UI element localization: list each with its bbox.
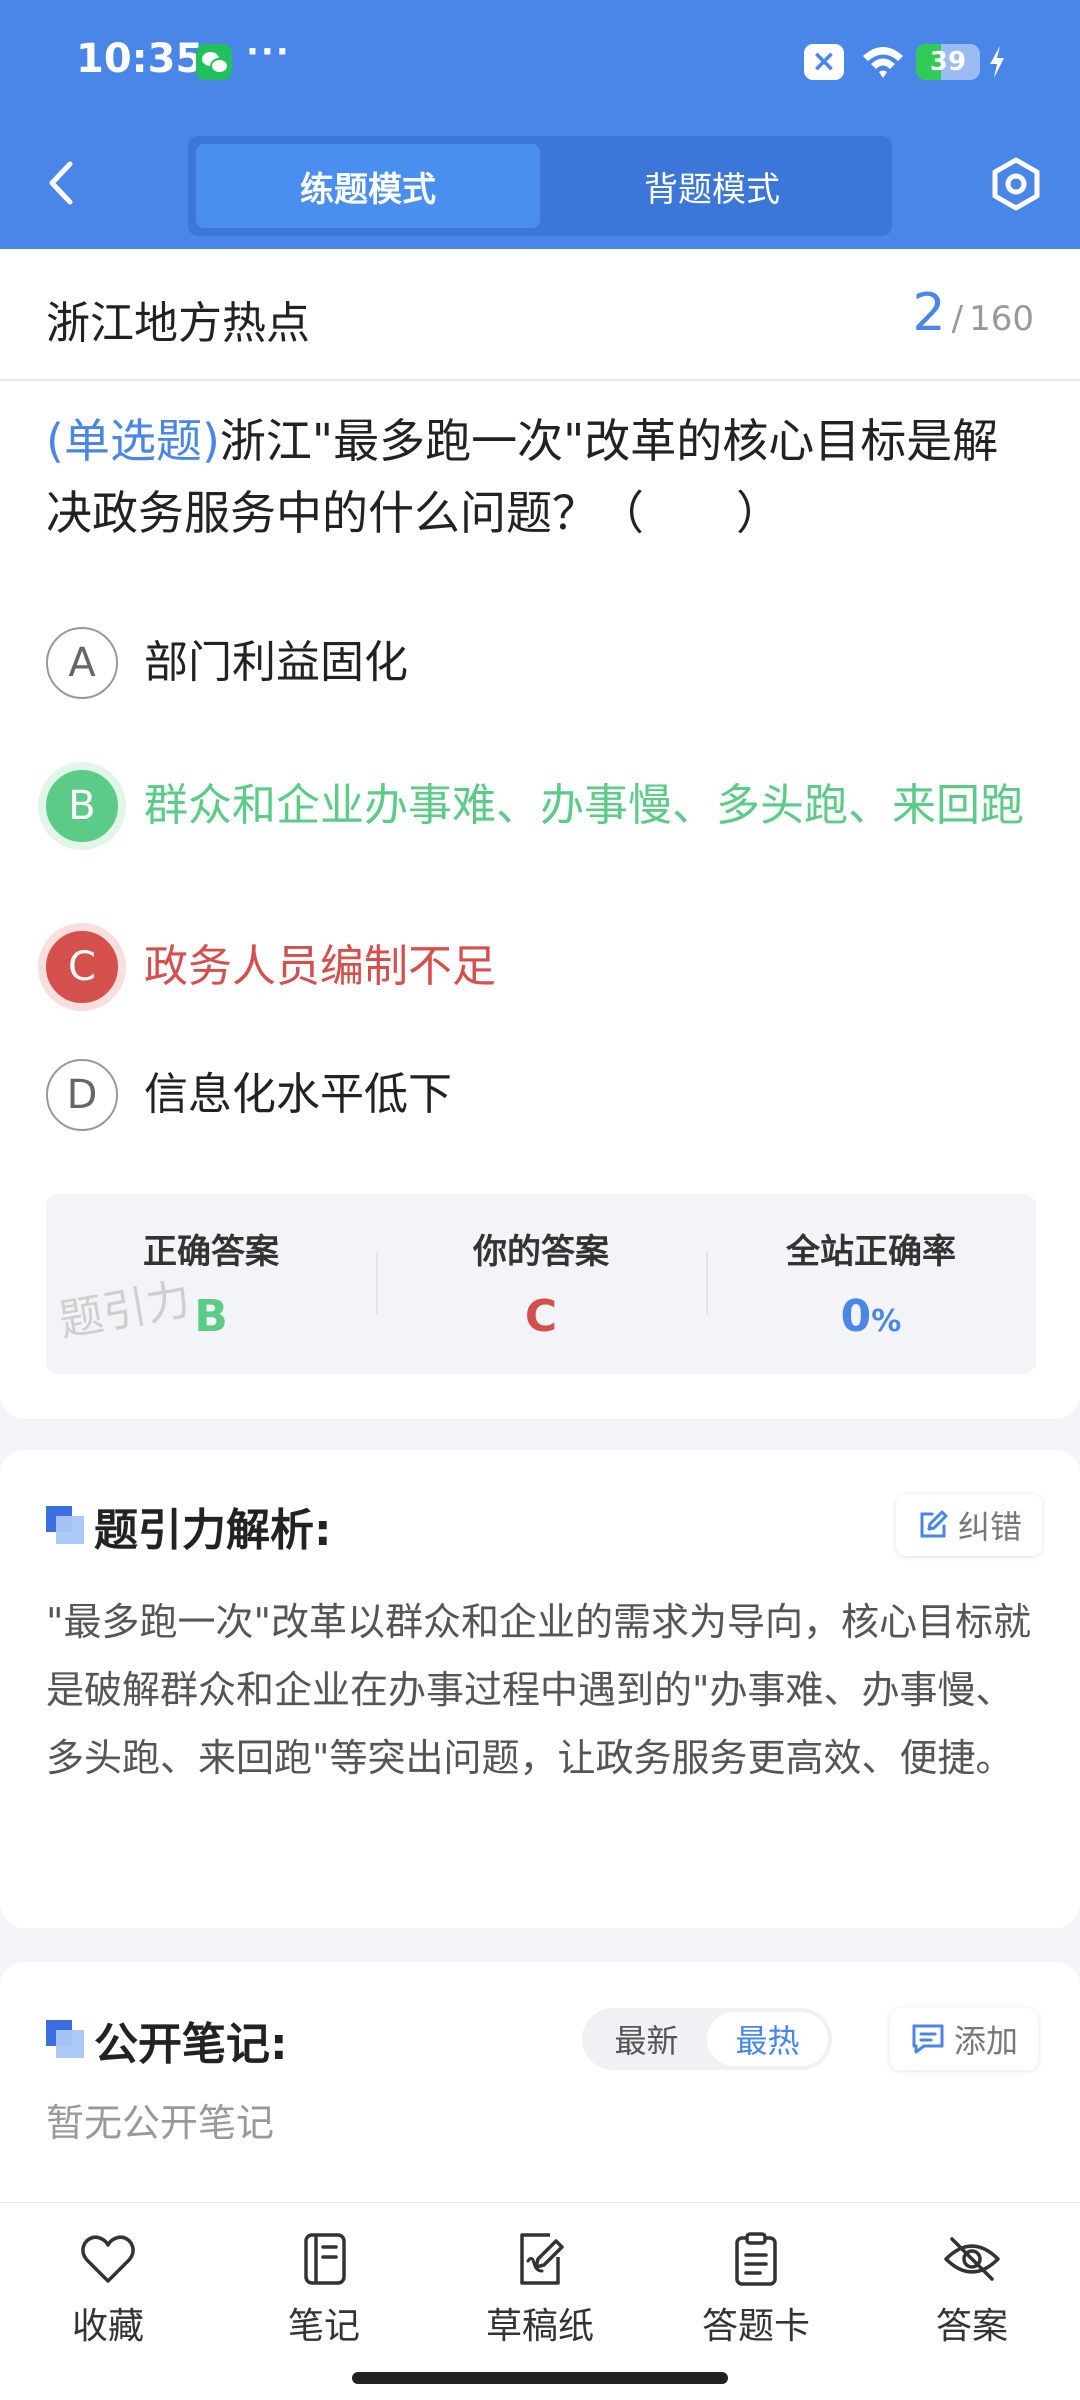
option-letter-circle: D (46, 1059, 118, 1131)
sort-latest-button[interactable]: 最新 (586, 2012, 707, 2066)
status-time: 10:35 (76, 36, 204, 82)
sort-hottest-button[interactable]: 最热 (707, 2012, 828, 2066)
option-text: 信息化水平低下 (144, 1069, 452, 1120)
app-header: 10:35 ··· × 39 练题模式 背题模式 (0, 0, 1080, 249)
tab-memorize-mode[interactable]: 背题模式 (540, 144, 884, 228)
heart-icon (81, 2235, 135, 2283)
nav-notes[interactable]: 笔记 (234, 2231, 414, 2349)
more-notifications-icon: ··· (246, 32, 291, 72)
option-text: 政务人员编制不足 (144, 941, 496, 992)
question-card: (单选题)浙江"最多跑一次"改革的核心目标是解决政务服务中的什么问题？（ ） A… (0, 381, 1080, 1419)
wechat-icon (196, 44, 232, 80)
option-letter-circle: A (46, 627, 118, 699)
chapter-bar: 浙江地方热点 2/160 (0, 249, 1080, 381)
nav-answer[interactable]: 答案 (882, 2231, 1062, 2349)
close-notification-icon: × (804, 44, 844, 80)
current-question-number: 2 (912, 283, 946, 343)
empty-notes-text: 暂无公开笔记 (46, 2101, 275, 2145)
progress-separator: / (951, 299, 964, 339)
section-squares-icon (46, 2020, 84, 2058)
nav-answer-sheet-label: 答题卡 (701, 2306, 810, 2347)
correct-rate-number: 0 (840, 1291, 872, 1342)
notes-title: 公开笔记: (94, 2019, 288, 2070)
question-type-label: (单选题) (46, 414, 220, 468)
report-error-label: 纠错 (958, 1508, 1023, 1546)
settings-icon[interactable] (988, 156, 1044, 212)
option-c[interactable]: C 政务人员编制不足 (46, 931, 1034, 1003)
notebook-icon (304, 2233, 346, 2285)
option-b[interactable]: B 群众和企业办事难、办事慢、多头跑、来回跑 (46, 770, 1034, 842)
analysis-title: 题引力解析: (94, 1505, 332, 1556)
bottom-toolbar: 收藏 笔记 草稿纸 答题卡 答案 (0, 2202, 1080, 2400)
your-answer-value: C (524, 1291, 558, 1342)
public-notes-card: 公开笔记: 最新 最热 添加 暂无公开笔记 (0, 1962, 1080, 2202)
nav-favorite-label: 收藏 (71, 2306, 144, 2347)
nav-draft-label: 草稿纸 (485, 2306, 594, 2347)
option-letter-circle-correct: B (46, 770, 118, 842)
nav-draft[interactable]: 草稿纸 (450, 2231, 630, 2349)
your-answer-label: 你的答案 (473, 1232, 609, 1272)
tab-practice-mode[interactable]: 练题模式 (196, 144, 540, 228)
option-a[interactable]: A 部门利益固化 (46, 627, 1034, 699)
mode-switch: 练题模式 背题模式 (188, 136, 892, 236)
home-indicator[interactable] (352, 2372, 728, 2384)
eye-off-icon (944, 2237, 1000, 2281)
question-stem: (单选题)浙江"最多跑一次"改革的核心目标是解决政务服务中的什么问题？（ ） (46, 405, 1036, 549)
correct-answer-label: 正确答案 (143, 1232, 279, 1272)
nav-notes-label: 笔记 (287, 2306, 360, 2347)
battery-icon: 39 (916, 44, 980, 80)
analysis-card: 题引力解析: 纠错 "最多跑一次"改革以群众和企业的需求为导向，核心目标就是破解… (0, 1450, 1080, 1928)
add-note-button[interactable]: 添加 (890, 2008, 1039, 2070)
analysis-text: "最多跑一次"改革以群众和企业的需求为导向，核心目标就是破解群众和企业在办事过程… (46, 1600, 1031, 1780)
nav-answer-label: 答案 (935, 2306, 1008, 2347)
charging-icon (990, 46, 1004, 78)
draft-paper-icon (520, 2233, 564, 2285)
status-bar: 10:35 ··· × 39 (0, 0, 1080, 128)
question-progress: 2/160 (913, 283, 1034, 343)
total-question-count: 160 (969, 299, 1034, 339)
wifi-icon (863, 47, 903, 78)
battery-level: 39 (929, 47, 967, 77)
section-squares-icon (46, 1506, 84, 1544)
nav-favorite[interactable]: 收藏 (18, 2231, 198, 2349)
comment-icon (912, 2024, 944, 2054)
nav-answer-sheet[interactable]: 答题卡 (666, 2231, 846, 2349)
option-d[interactable]: D 信息化水平低下 (46, 1059, 1034, 1131)
notes-sort-toggle: 最新 最热 (582, 2008, 832, 2070)
correct-rate-column: 全站正确率 0% (706, 1194, 1036, 1374)
option-text: 群众和企业办事难、办事慢、多头跑、来回跑 (144, 780, 1024, 831)
option-letter-circle-wrong: C (46, 931, 118, 1003)
correct-rate-value: 0% (706, 1291, 1036, 1342)
correct-rate-label: 全站正确率 (786, 1232, 956, 1272)
edit-icon (920, 1510, 948, 1538)
clipboard-icon (735, 2232, 777, 2286)
correct-rate-unit: % (871, 1304, 902, 1339)
report-error-button[interactable]: 纠错 (896, 1494, 1043, 1556)
option-text: 部门利益固化 (144, 637, 408, 688)
correct-answer-column: 正确答案 B 题引力 (46, 1194, 376, 1374)
back-chevron-icon[interactable] (40, 158, 86, 208)
add-note-label: 添加 (954, 2022, 1019, 2060)
answer-summary: 正确答案 B 题引力 你的答案 C 全站正确率 0% (46, 1194, 1036, 1374)
your-answer-column: 你的答案 C (376, 1194, 706, 1374)
page-title: 浙江地方热点 (46, 298, 310, 349)
